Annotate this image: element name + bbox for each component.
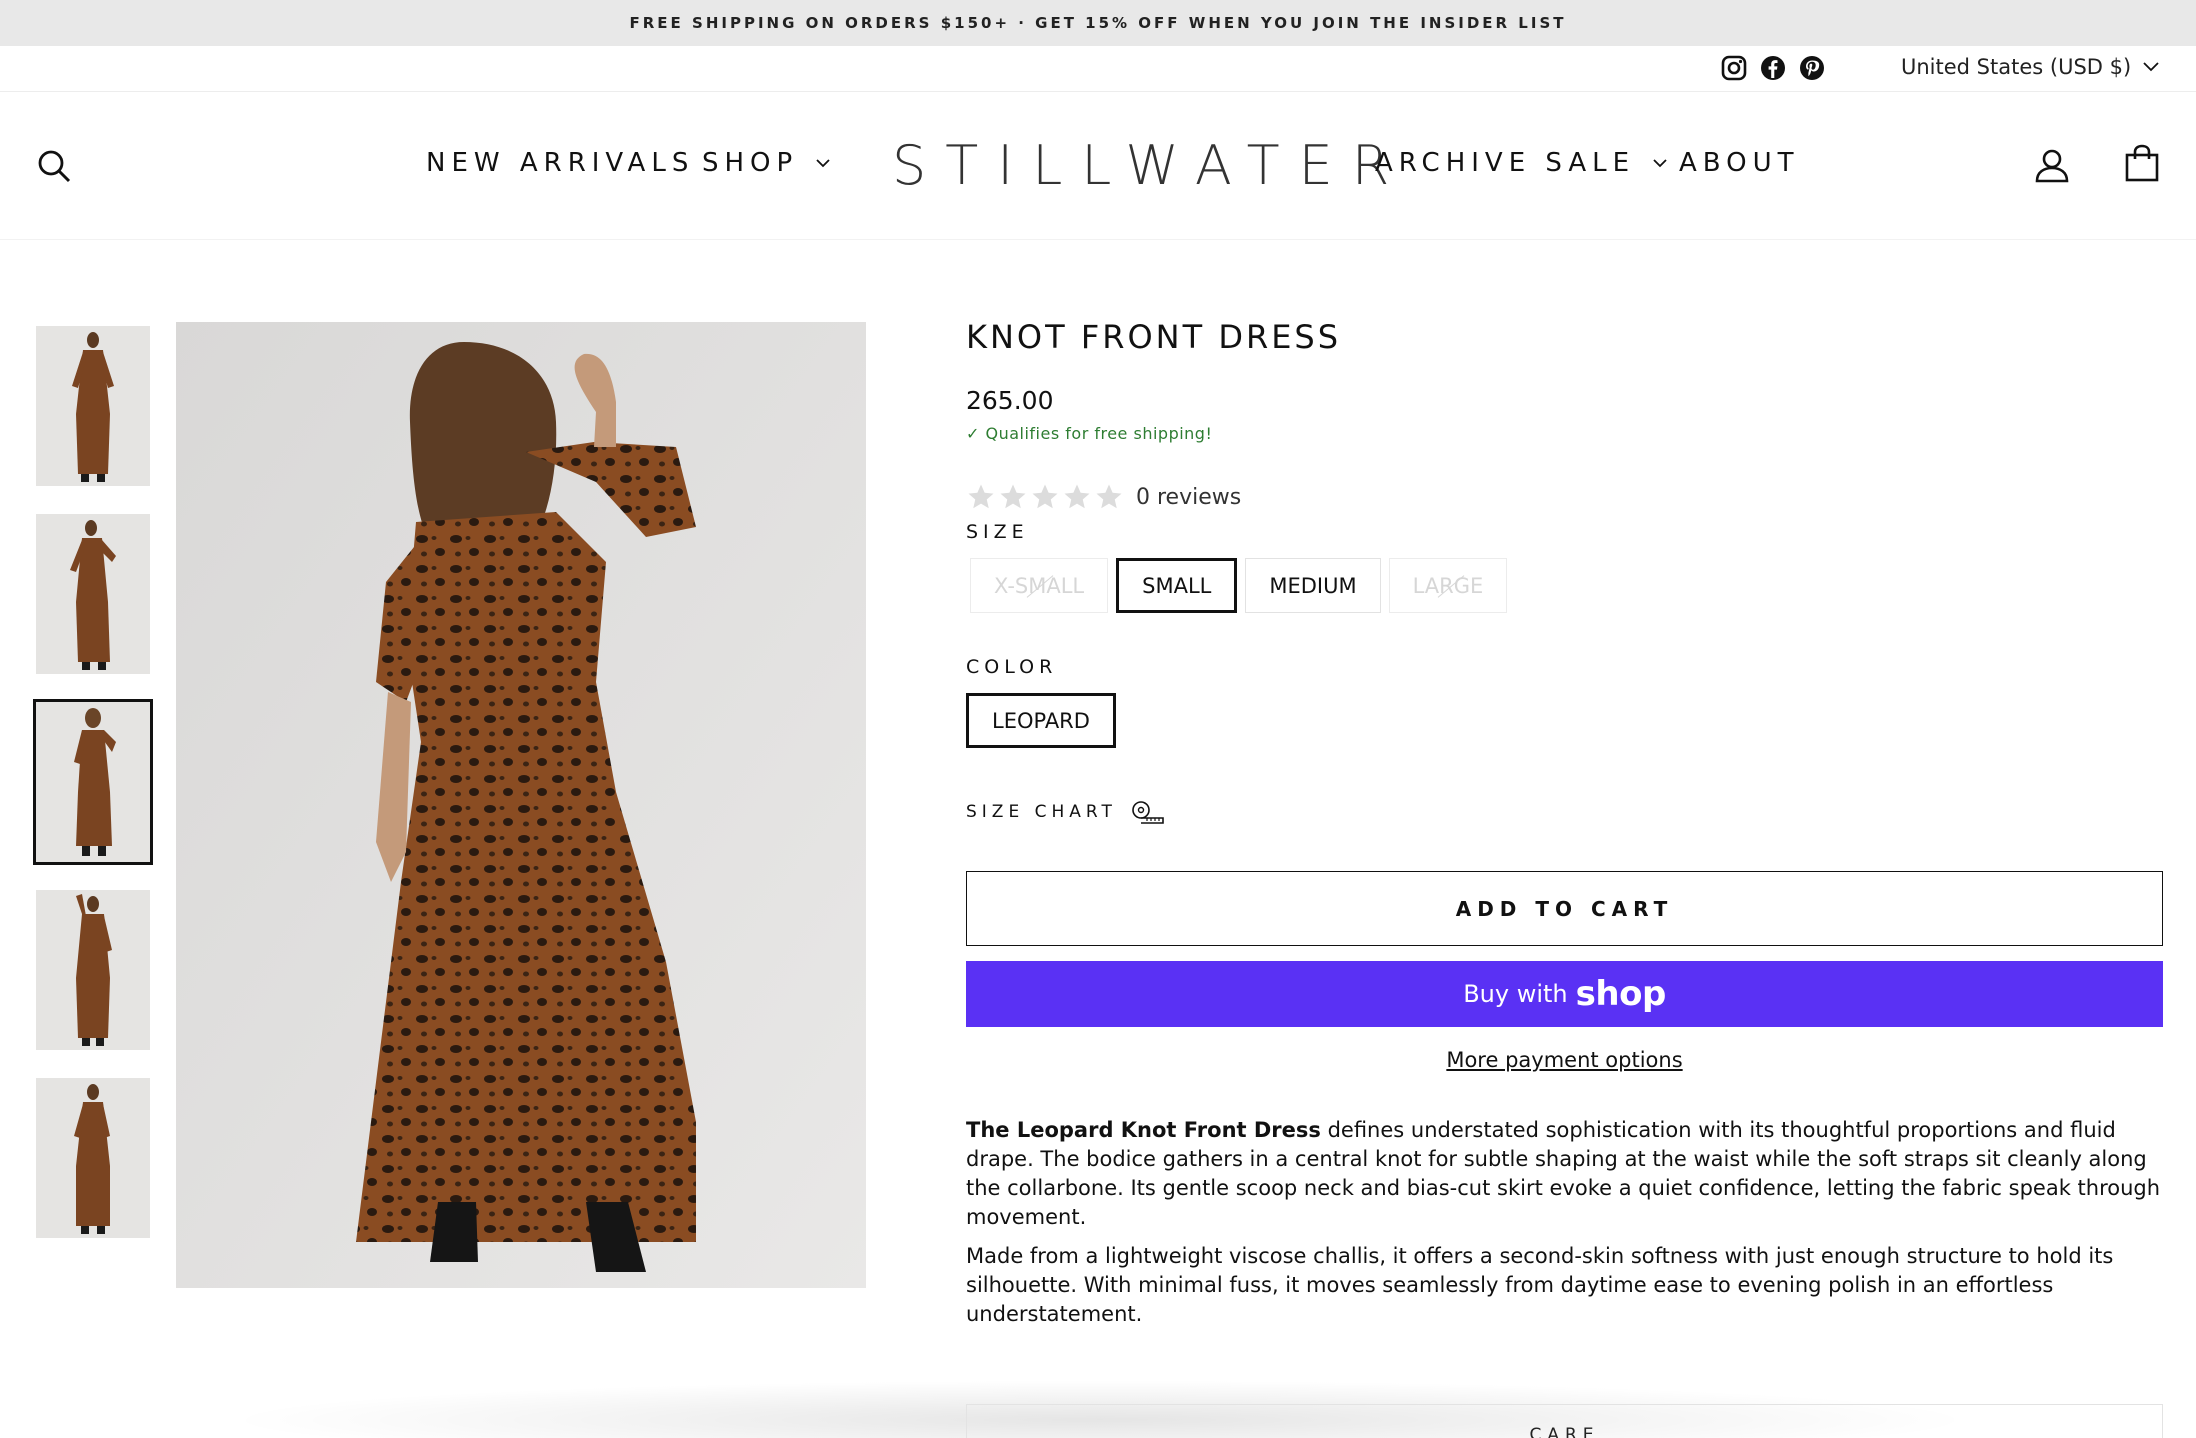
nav-archive-sale[interactable]: ARCHIVE SALE xyxy=(1375,148,1667,178)
size-chart-link[interactable]: SIZE CHART xyxy=(966,800,1165,824)
gallery-thumbnail-active[interactable] xyxy=(33,699,153,865)
instagram-icon[interactable] xyxy=(1720,54,1748,82)
size-option-small[interactable]: SMALL xyxy=(1116,558,1238,613)
chevron-down-icon xyxy=(2143,62,2159,72)
add-to-cart-button[interactable]: ADD TO CART xyxy=(966,871,2163,946)
care-accordion[interactable]: CARE xyxy=(966,1404,2163,1438)
star-rating xyxy=(966,482,1124,512)
search-icon[interactable] xyxy=(36,148,72,188)
gallery-thumbnail[interactable] xyxy=(36,1078,150,1238)
star-icon xyxy=(1032,484,1058,509)
size-chart-label: SIZE CHART xyxy=(966,802,1117,822)
gallery-thumbnail[interactable] xyxy=(36,514,150,674)
nav-label: SHOP xyxy=(702,148,799,178)
shop-pay-button[interactable]: Buy with shop xyxy=(966,961,2163,1027)
nav-about[interactable]: ABOUT xyxy=(1679,148,1800,178)
size-option-large[interactable]: LARGE xyxy=(1388,558,1508,613)
gallery-thumbnail[interactable] xyxy=(36,890,150,1050)
nav-shop[interactable]: SHOP xyxy=(702,148,830,178)
country-selector[interactable]: United States (USD $) xyxy=(1901,55,2159,79)
gallery-thumbnail[interactable] xyxy=(36,326,150,486)
size-option-medium[interactable]: MEDIUM xyxy=(1245,558,1381,613)
color-options: LEOPARD xyxy=(966,693,1116,748)
chevron-down-icon xyxy=(1653,158,1667,167)
description-paragraph-2: Made from a lightweight viscose challis,… xyxy=(966,1244,2114,1326)
free-shipping-note: ✓ Qualifies for free shipping! xyxy=(966,424,1213,443)
nav-label: NEW ARRIVALS xyxy=(426,148,695,178)
product-main-image[interactable] xyxy=(176,322,866,1288)
social-links xyxy=(1720,54,1826,82)
star-icon xyxy=(1000,484,1026,509)
measuring-tape-icon xyxy=(1132,801,1164,824)
site-logo[interactable]: STILLWATER xyxy=(892,134,1408,197)
cart-icon[interactable] xyxy=(2124,144,2160,186)
nav-new-arrivals[interactable]: NEW ARRIVALS xyxy=(426,148,694,178)
account-icon[interactable] xyxy=(2034,148,2070,188)
care-label: CARE xyxy=(1529,1425,1600,1438)
country-label: United States (USD $) xyxy=(1901,55,2132,79)
shop-brand-logo: shop xyxy=(1575,974,1667,1014)
star-icon xyxy=(1064,484,1090,509)
star-icon xyxy=(968,484,994,509)
pinterest-icon[interactable] xyxy=(1798,54,1826,82)
size-option-x-small[interactable]: X-SMALL xyxy=(970,558,1109,613)
color-option-leopard[interactable]: LEOPARD xyxy=(966,693,1116,748)
announcement-bar: FREE SHIPPING ON ORDERS $150+ · GET 15% … xyxy=(0,0,2196,46)
nav-label: ABOUT xyxy=(1679,148,1800,178)
product-rating[interactable]: 0 reviews xyxy=(966,482,1241,512)
buy-with-label: Buy with xyxy=(1463,980,1568,1008)
description-bold: The Leopard Knot Front Dress xyxy=(966,1118,1321,1142)
chevron-down-icon xyxy=(816,158,830,167)
product-price: 265.00 xyxy=(966,386,1054,415)
nav-label: ARCHIVE SALE xyxy=(1375,148,1636,178)
product-title: KNOT FRONT DRESS xyxy=(966,318,1342,356)
color-label: COLOR xyxy=(966,656,1058,678)
description-paragraph-1: The Leopard Knot Front Dress defines und… xyxy=(966,1116,2166,1232)
utility-bar: United States (USD $) xyxy=(0,46,2196,92)
size-options: X-SMALL SMALL MEDIUM LARGE xyxy=(966,558,1508,613)
star-icon xyxy=(1096,484,1122,509)
site-header: NEW ARRIVALS SHOP STILLWATER ARCHIVE SAL… xyxy=(0,92,2196,240)
review-count: 0 reviews xyxy=(1136,484,1242,510)
more-payment-options-link[interactable]: More payment options xyxy=(966,1048,2163,1072)
facebook-icon[interactable] xyxy=(1759,54,1787,82)
size-label: SIZE xyxy=(966,521,1029,543)
